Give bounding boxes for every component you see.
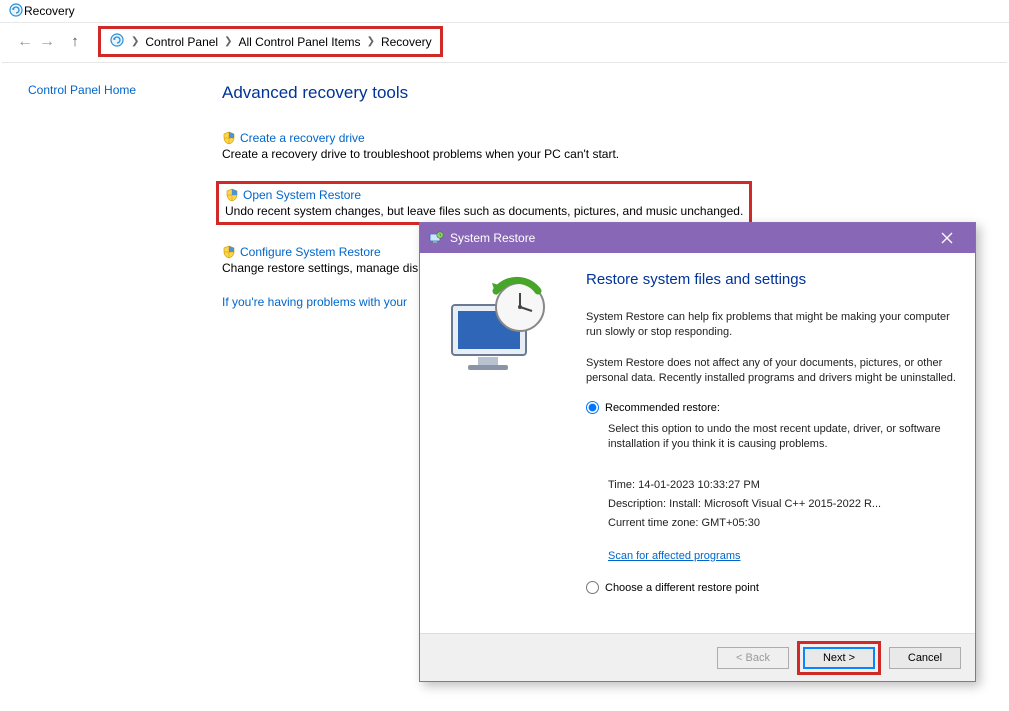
system-restore-icon	[428, 230, 444, 246]
control-panel-home-link[interactable]: Control Panel Home	[28, 83, 136, 97]
recovery-icon	[8, 2, 24, 21]
nav-back[interactable]: ←	[14, 33, 36, 51]
window-title: Recovery	[24, 4, 75, 18]
back-button: < Back	[717, 647, 789, 669]
nav-forward[interactable]: →	[36, 33, 58, 51]
dialog-titlebar: System Restore	[420, 223, 975, 253]
close-button[interactable]	[927, 223, 967, 253]
tool-description: Create a recovery drive to troubleshoot …	[222, 147, 1009, 161]
shield-icon	[222, 131, 236, 145]
tool-description: Undo recent system changes, but leave fi…	[225, 204, 743, 218]
chevron-right-icon: ❯	[224, 36, 232, 47]
nav-toolbar: ← → ↑ ❯ Control Panel ❯ All Control Pane…	[0, 22, 1009, 62]
tool-open-system-restore: Open System Restore Undo recent system c…	[222, 181, 1009, 225]
radio-recommended-restore[interactable]: Recommended restore:	[586, 401, 957, 414]
breadcrumb-item[interactable]: Recovery	[381, 35, 432, 49]
radio-different-input[interactable]	[586, 581, 599, 594]
tool-create-recovery-drive: Create a recovery drive Create a recover…	[222, 131, 1009, 161]
nav-up[interactable]: ↑	[64, 33, 86, 50]
next-button-highlight: Next >	[797, 641, 881, 675]
recovery-icon	[109, 32, 125, 51]
restore-timezone: Current time zone: GMT+05:30	[608, 516, 957, 531]
restore-description: Description: Install: Microsoft Visual C…	[608, 497, 957, 512]
radio-recommended-input[interactable]	[586, 401, 599, 414]
radio-different-label: Choose a different restore point	[605, 582, 759, 594]
breadcrumb-item[interactable]: All Control Panel Items	[239, 35, 361, 49]
dialog-heading: Restore system files and settings	[586, 271, 957, 288]
breadcrumb-item[interactable]: Control Panel	[145, 35, 218, 49]
cancel-button[interactable]: Cancel	[889, 647, 961, 669]
system-restore-illustration	[438, 271, 578, 633]
create-recovery-drive-link[interactable]: Create a recovery drive	[240, 131, 365, 145]
scan-affected-programs-link[interactable]: Scan for affected programs	[608, 549, 740, 564]
chevron-right-icon: ❯	[131, 36, 139, 47]
shield-icon	[225, 188, 239, 202]
chevron-right-icon: ❯	[367, 36, 375, 47]
sidebar: Control Panel Home	[0, 83, 222, 309]
restore-time: Time: 14-01-2023 10:33:27 PM	[608, 478, 957, 493]
recommended-description: Select this option to undo the most rece…	[608, 422, 957, 452]
dialog-title: System Restore	[450, 231, 535, 245]
page-title: Advanced recovery tools	[222, 83, 1009, 103]
dialog-paragraph: System Restore can help fix problems tha…	[586, 310, 957, 340]
help-link[interactable]: If you're having problems with your	[222, 295, 407, 309]
shield-icon	[222, 245, 236, 259]
system-restore-dialog: System Restore Res	[419, 222, 976, 682]
open-system-restore-link[interactable]: Open System Restore	[243, 188, 361, 202]
dialog-paragraph: System Restore does not affect any of yo…	[586, 356, 957, 386]
window-titlebar: Recovery	[0, 0, 1009, 22]
breadcrumb: ❯ Control Panel ❯ All Control Panel Item…	[98, 26, 443, 57]
dialog-footer: < Back Next > Cancel	[420, 633, 975, 681]
radio-different-restore-point[interactable]: Choose a different restore point	[586, 581, 957, 594]
next-button[interactable]: Next >	[803, 647, 875, 669]
radio-recommended-label: Recommended restore:	[605, 402, 720, 414]
configure-system-restore-link[interactable]: Configure System Restore	[240, 245, 381, 259]
